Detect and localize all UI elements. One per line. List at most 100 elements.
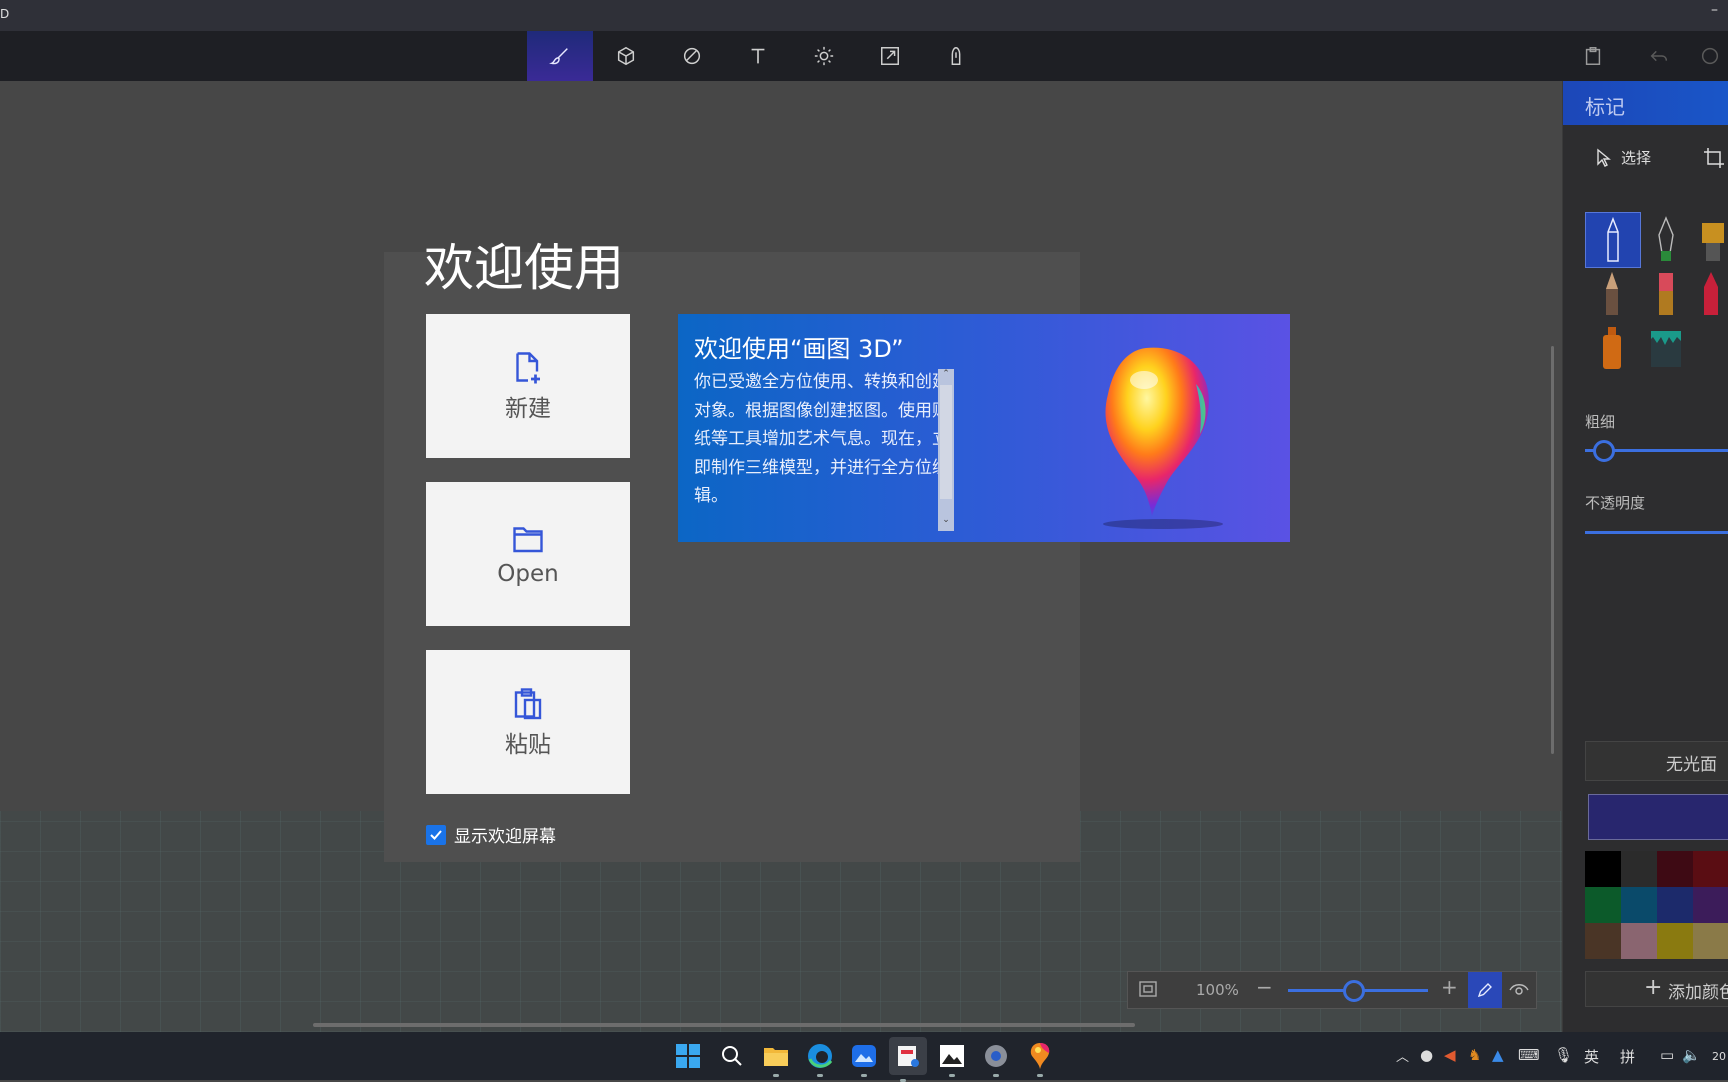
promo-scrollbar[interactable]: ⌃ ⌄ <box>938 369 954 531</box>
brush-marker[interactable] <box>1585 212 1641 268</box>
search-icon[interactable] <box>718 1042 746 1070</box>
marker-icon <box>1607 216 1619 262</box>
color-swatch[interactable] <box>1585 851 1621 887</box>
show-welcome-checkbox[interactable]: 显示欢迎屏幕 <box>426 822 556 847</box>
tool-brushes[interactable] <box>527 31 593 81</box>
brush-calligraphy[interactable] <box>1639 212 1693 266</box>
paint-3d-icon[interactable] <box>1026 1042 1054 1077</box>
undo-button[interactable] <box>1626 31 1692 81</box>
title-bar: D – <box>0 0 1728 31</box>
opacity-slider[interactable] <box>1585 531 1728 534</box>
brush-eraser[interactable] <box>1639 266 1693 320</box>
tray-photos-icon[interactable]: ▲ <box>1492 1046 1504 1064</box>
tool-text[interactable] <box>725 31 791 81</box>
cube-icon <box>617 46 635 66</box>
finish-dropdown[interactable]: 无光面 <box>1585 741 1728 781</box>
panel-header: 标记 <box>1563 81 1728 125</box>
paste-button[interactable]: 粘贴 <box>426 650 630 794</box>
tool-3d-shapes[interactable] <box>593 31 659 81</box>
tray-speaker-app-icon[interactable]: ◀ <box>1444 1046 1456 1064</box>
zoom-in-button[interactable]: + <box>1441 975 1458 999</box>
brush-pencil[interactable] <box>1585 266 1639 320</box>
tray-microphone-icon[interactable]: 🎙 <box>1554 1046 1573 1064</box>
photos-icon[interactable] <box>850 1042 878 1077</box>
fit-to-screen-icon[interactable] <box>1138 979 1158 999</box>
tray-network-app-icon[interactable]: ● <box>1420 1046 1433 1064</box>
color-swatch[interactable] <box>1657 923 1693 959</box>
size-label: 粗细 <box>1585 413 1616 431</box>
calligraphy-pen-icon <box>1658 216 1674 261</box>
select-button[interactable]: 选择 <box>1595 147 1651 168</box>
tool-effects[interactable] <box>791 31 857 81</box>
app-title: D <box>0 7 10 21</box>
new-file-icon <box>516 352 540 384</box>
taskbar: ︿ ● ◀ ♞ ▲ ⌨ 🎙 英 拼 ▭ 🔈 20 <box>0 1032 1728 1082</box>
start-icon[interactable] <box>674 1042 702 1070</box>
file-explorer-icon[interactable] <box>762 1042 790 1077</box>
text-icon <box>751 48 765 64</box>
paint-bucket-icon <box>1651 331 1681 367</box>
tray-qq-icon[interactable]: ♞ <box>1468 1046 1481 1064</box>
brush-oil[interactable] <box>1693 212 1728 266</box>
paste-toolbar-button[interactable] <box>1560 31 1626 81</box>
color-swatch[interactable] <box>1585 923 1621 959</box>
opacity-label: 不透明度 <box>1585 494 1646 512</box>
photos-viewer-icon[interactable] <box>938 1042 966 1077</box>
color-swatch[interactable] <box>1693 851 1728 887</box>
color-swatch[interactable] <box>1657 851 1693 887</box>
oil-brush-icon <box>1702 223 1724 261</box>
tray-volume-icon[interactable]: 🔈 <box>1682 1046 1701 1064</box>
ime-mode[interactable]: 拼 <box>1620 1046 1635 1067</box>
spray-can-icon <box>1603 327 1621 369</box>
settings-icon[interactable] <box>982 1042 1010 1077</box>
tool-2d-shapes[interactable] <box>659 31 725 81</box>
scroll-thumb[interactable] <box>940 385 952 499</box>
tool-canvas[interactable] <box>857 31 923 81</box>
edge-icon[interactable] <box>806 1042 834 1077</box>
minimize-button[interactable]: – <box>1711 2 1718 18</box>
size-slider-knob[interactable] <box>1593 440 1615 462</box>
paste-icon <box>1585 47 1601 65</box>
tray-chevron-icon[interactable]: ︿ <box>1396 1046 1409 1065</box>
color-swatch[interactable] <box>1621 887 1657 923</box>
shapes-icon <box>683 47 701 65</box>
crop-icon[interactable] <box>1703 147 1725 169</box>
scroll-down-icon[interactable]: ⌄ <box>938 515 954 525</box>
color-swatch[interactable] <box>1693 887 1728 923</box>
color-swatch[interactable] <box>1657 887 1693 923</box>
zoom-value: 100% <box>1196 981 1239 999</box>
snipping-tool-icon[interactable] <box>889 1037 927 1082</box>
history-button[interactable] <box>1692 31 1728 81</box>
panel-title: 标记 <box>1585 95 1625 119</box>
clock[interactable]: 20 <box>1712 1050 1726 1063</box>
tray-keyboard-icon[interactable]: ⌨ <box>1518 1046 1540 1064</box>
color-swatch[interactable] <box>1621 851 1657 887</box>
color-swatch[interactable] <box>1693 923 1728 959</box>
brush-spray[interactable] <box>1585 320 1639 374</box>
vertical-scrollbar[interactable] <box>1551 346 1554 754</box>
current-color-swatch[interactable] <box>1588 794 1728 840</box>
library-icon <box>951 47 961 65</box>
brush-fill[interactable] <box>1639 320 1693 374</box>
pencil-icon <box>1606 272 1618 315</box>
tool-3d-library[interactable] <box>923 31 989 81</box>
color-swatch[interactable] <box>1585 887 1621 923</box>
open-button[interactable]: Open <box>426 482 630 626</box>
zoom-bar: 100% − + <box>1127 971 1537 1009</box>
horizontal-scrollbar[interactable] <box>313 1023 1135 1027</box>
tray-display-icon[interactable]: ▭ <box>1660 1046 1674 1064</box>
view-mode-icon[interactable] <box>1508 980 1530 1000</box>
new-button[interactable]: 新建 <box>426 314 630 458</box>
color-swatch[interactable] <box>1621 923 1657 959</box>
folder-icon <box>513 527 543 553</box>
ime-language[interactable]: 英 <box>1584 1046 1599 1067</box>
checkbox-checked-icon[interactable] <box>426 824 446 845</box>
edit-mode-button[interactable] <box>1468 972 1502 1008</box>
brush-crayon[interactable] <box>1693 266 1728 320</box>
add-color-button[interactable]: + 添加颜色 <box>1585 971 1728 1007</box>
zoom-out-button[interactable]: − <box>1256 975 1273 999</box>
scroll-up-icon[interactable]: ⌃ <box>938 369 954 379</box>
zoom-slider-knob[interactable] <box>1343 980 1365 1002</box>
resize-icon <box>881 47 899 65</box>
finish-label: 无光面 <box>1666 755 1717 775</box>
